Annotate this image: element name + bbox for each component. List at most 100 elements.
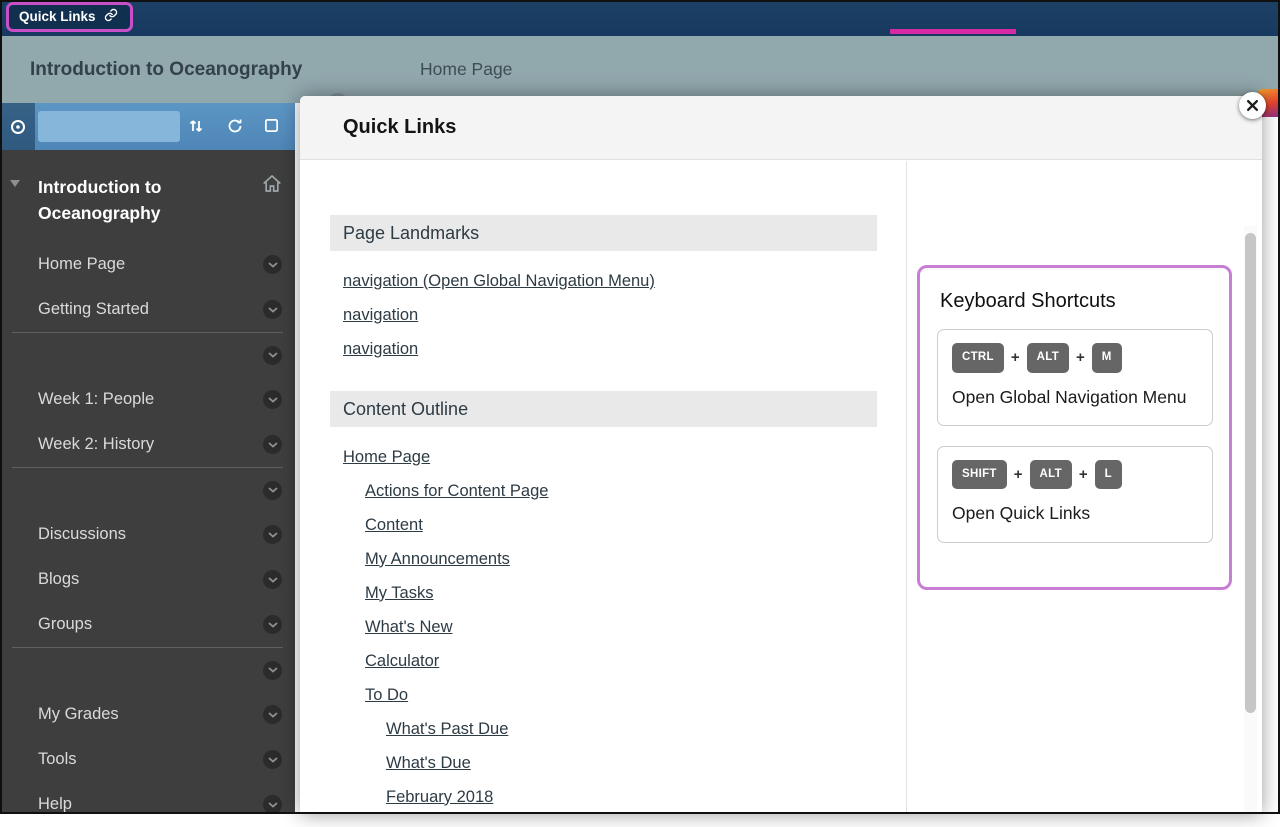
modal-scrollbar[interactable]: [1244, 226, 1257, 814]
landmark-link-navigation-open-global-navigation-menu[interactable]: navigation (Open Global Navigation Menu): [330, 272, 655, 291]
sidebar-item-label: Help: [38, 795, 263, 814]
chevron-down-icon[interactable]: [263, 795, 282, 814]
menu-view-toggle[interactable]: [38, 111, 180, 142]
chevron-down-icon[interactable]: [263, 661, 282, 680]
modal-header: Quick Links: [300, 96, 1262, 160]
link-row: To Do: [330, 678, 877, 712]
shortcut-label: Open Quick Links: [952, 501, 1198, 526]
refresh-icon[interactable]: [227, 118, 243, 139]
sidebar-item-label: Tools: [38, 750, 263, 769]
keycap-m: M: [1092, 343, 1122, 373]
keyboard-shortcuts-panel: Keyboard Shortcuts CTRL+ALT+MOpen Global…: [917, 265, 1232, 590]
sidebar-item-getting-started[interactable]: Getting Started: [0, 287, 295, 332]
quick-links-modal: Quick Links Page Landmarks navigation (O…: [300, 96, 1262, 814]
sidebar-course-title: Introduction to Oceanography: [38, 174, 251, 226]
link-row: navigation (Open Global Navigation Menu): [330, 264, 877, 298]
outline-link-my-tasks[interactable]: My Tasks: [330, 584, 433, 603]
plus-separator: +: [1011, 349, 1020, 366]
sidebar-item-blogs[interactable]: Blogs: [0, 557, 295, 602]
chevron-down-icon[interactable]: [263, 525, 282, 544]
sidebar-divider: [12, 332, 283, 377]
link-icon: [104, 8, 118, 25]
chevron-down-icon[interactable]: [263, 615, 282, 634]
sidebar-course-title-row[interactable]: Introduction to Oceanography: [0, 150, 295, 242]
sidebar-item-label: Home Page: [38, 255, 263, 274]
chevron-down-icon[interactable]: [263, 570, 282, 589]
sidebar-item-label: Week 1: People: [38, 390, 263, 409]
link-row: My Tasks: [330, 576, 877, 610]
quick-links-button[interactable]: Quick Links: [6, 2, 133, 32]
shortcut-keys: SHIFT + ALT + L: [952, 460, 1198, 490]
link-row: Actions for Content Page: [330, 474, 877, 508]
modal-left-column: Page Landmarks navigation (Open Global N…: [300, 161, 907, 814]
chevron-down-icon[interactable]: [263, 750, 282, 769]
link-row: What's New: [330, 610, 877, 644]
outline-link-calculator[interactable]: Calculator: [330, 652, 439, 671]
keycap-l: L: [1095, 460, 1122, 490]
outline-link-february-2018[interactable]: February 2018: [330, 788, 493, 807]
course-header: Introduction to Oceanography Home Page: [0, 36, 1280, 103]
sidebar-item-discussions[interactable]: Discussions: [0, 512, 295, 557]
chevron-down-icon[interactable]: [263, 255, 282, 274]
keycap-ctrl: CTRL: [952, 343, 1004, 373]
outline-link-home-page[interactable]: Home Page: [330, 448, 430, 467]
breadcrumb-page-title: Home Page: [420, 36, 512, 103]
active-tab-indicator: [890, 29, 1016, 34]
link-row: navigation: [330, 298, 877, 332]
sidebar-item-label: Discussions: [38, 525, 263, 544]
modal-body: Page Landmarks navigation (Open Global N…: [300, 161, 1262, 814]
sidebar-item-groups[interactable]: Groups: [0, 602, 295, 647]
page-landmarks-heading: Page Landmarks: [330, 215, 877, 251]
keycap-alt: ALT: [1027, 343, 1069, 373]
reorder-icon[interactable]: [188, 118, 204, 139]
shortcut-list: CTRL+ALT+MOpen Global Navigation MenuSHI…: [937, 329, 1213, 543]
chevron-down-icon[interactable]: [263, 346, 282, 365]
chevron-down-icon[interactable]: [263, 481, 282, 500]
page-landmarks-list: navigation (Open Global Navigation Menu)…: [330, 264, 877, 366]
outline-link-what-s-past-due[interactable]: What's Past Due: [330, 720, 508, 739]
chevron-down-icon[interactable]: [263, 390, 282, 409]
collapse-triangle-icon[interactable]: [10, 180, 20, 187]
outline-link-actions-for-content-page[interactable]: Actions for Content Page: [330, 482, 548, 501]
sidebar-item-week-2-history[interactable]: Week 2: History: [0, 422, 295, 467]
sidebar-toolbar: [0, 103, 295, 150]
sidebar-item-tools[interactable]: Tools: [0, 737, 295, 782]
collapse-menu-button[interactable]: [0, 103, 35, 150]
sidebar-item-week-1-people[interactable]: Week 1: People: [0, 377, 295, 422]
plus-separator: +: [1076, 349, 1085, 366]
outline-link-to-do[interactable]: To Do: [330, 686, 408, 705]
sidebar-item-label: Blogs: [38, 570, 263, 589]
chevron-down-icon[interactable]: [263, 435, 282, 454]
sidebar-divider: [12, 647, 283, 692]
landmark-link-navigation[interactable]: navigation: [330, 340, 418, 359]
sidebar-divider: [12, 467, 283, 512]
shortcut-card: CTRL+ALT+MOpen Global Navigation Menu: [937, 329, 1213, 426]
scrollbar-thumb[interactable]: [1245, 233, 1256, 713]
keycap-alt: ALT: [1030, 460, 1072, 490]
open-in-window-icon[interactable]: [264, 118, 279, 138]
outline-link-content[interactable]: Content: [330, 516, 423, 535]
close-icon[interactable]: [1239, 92, 1266, 119]
sidebar-item-label: Getting Started: [38, 300, 263, 319]
link-row: What's Past Due: [330, 712, 877, 746]
link-row: February 2018: [330, 780, 877, 814]
outline-link-what-s-due[interactable]: What's Due: [330, 754, 471, 773]
link-row: Home Page: [330, 440, 877, 474]
sidebar-item-home-page[interactable]: Home Page: [0, 242, 295, 287]
content-outline-list: Home Page Actions for Content Page Content…: [330, 440, 877, 814]
keycap-shift: SHIFT: [952, 460, 1007, 490]
home-icon[interactable]: [262, 174, 282, 198]
plus-separator: +: [1079, 466, 1088, 483]
landmark-link-navigation[interactable]: navigation: [330, 306, 418, 325]
modal-title: Quick Links: [343, 116, 456, 139]
link-row: navigation: [330, 332, 877, 366]
sidebar-item-my-grades[interactable]: My Grades: [0, 692, 295, 737]
outline-link-my-announcements[interactable]: My Announcements: [330, 550, 510, 569]
sidebar-item-label: Week 2: History: [38, 435, 263, 454]
chevron-down-icon[interactable]: [263, 300, 282, 319]
keyboard-shortcuts-heading: Keyboard Shortcuts: [940, 290, 1213, 313]
sidebar-item-help[interactable]: Help: [0, 782, 295, 827]
outline-link-what-s-new[interactable]: What's New: [330, 618, 453, 637]
plus-separator: +: [1014, 466, 1023, 483]
chevron-down-icon[interactable]: [263, 705, 282, 724]
